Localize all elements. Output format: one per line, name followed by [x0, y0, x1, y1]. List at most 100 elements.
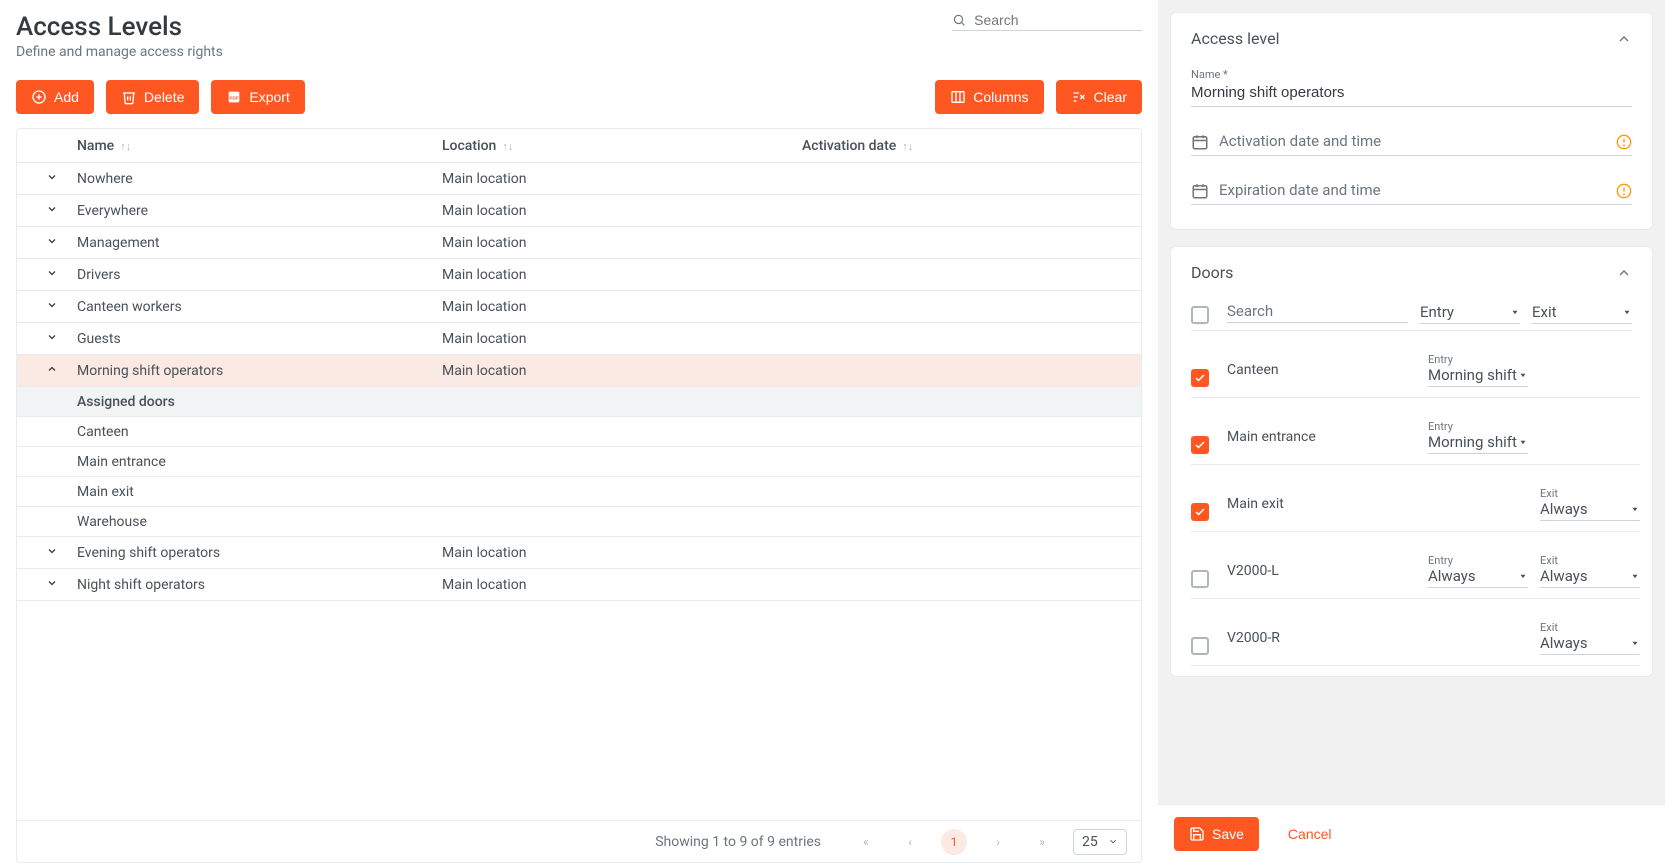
- columns-icon: [950, 89, 966, 105]
- table-row[interactable]: Night shift operatorsMain location: [17, 569, 1141, 601]
- pager-last[interactable]: »: [1029, 829, 1055, 855]
- door-name: Main exit: [1227, 496, 1416, 512]
- chevron-down-icon[interactable]: [45, 266, 59, 280]
- sort-icon: ↑↓: [120, 140, 131, 153]
- assigned-door-row[interactable]: Main entrance: [17, 447, 1141, 477]
- delete-button[interactable]: Delete: [106, 80, 199, 114]
- pdf-icon: PDF: [226, 89, 242, 105]
- col-location[interactable]: Location↑↓: [442, 138, 802, 154]
- entry-select[interactable]: EntryMorning shift: [1428, 353, 1528, 387]
- chevron-down-icon[interactable]: [45, 170, 59, 184]
- pagination-summary: Showing 1 to 9 of 9 entries: [655, 834, 821, 850]
- cell-location: Main location: [442, 577, 802, 593]
- action-bar: Save Cancel: [1158, 804, 1665, 863]
- chevron-down-icon[interactable]: [45, 330, 59, 344]
- pager-first[interactable]: «: [853, 829, 879, 855]
- table-row[interactable]: DriversMain location: [17, 259, 1141, 291]
- exit-select[interactable]: ExitAlways: [1540, 487, 1640, 521]
- entry-select[interactable]: EntryAlways: [1428, 554, 1528, 588]
- table-search[interactable]: [952, 12, 1142, 31]
- table-footer: Showing 1 to 9 of 9 entries « ‹ 1 › » 25: [17, 820, 1141, 862]
- svg-text:PDF: PDF: [230, 96, 239, 101]
- table-row[interactable]: Evening shift operatorsMain location: [17, 537, 1141, 569]
- door-row: V2000-LEntryAlwaysExitAlways: [1191, 532, 1640, 599]
- table-row[interactable]: NowhereMain location: [17, 163, 1141, 195]
- cell-name: Canteen workers: [77, 299, 442, 315]
- toolbar: Add Delete PDF Export Columns Clear: [16, 80, 1142, 114]
- trash-icon: [121, 89, 137, 105]
- name-input[interactable]: [1191, 81, 1632, 106]
- details-panel: Access level Name * Activation date and …: [1158, 0, 1665, 863]
- doors-header: Search Entry Exit: [1191, 302, 1632, 331]
- table-row[interactable]: Canteen workersMain location: [17, 291, 1141, 323]
- cell-name: Nowhere: [77, 171, 442, 187]
- chevron-down-icon[interactable]: [45, 234, 59, 248]
- columns-button[interactable]: Columns: [935, 80, 1043, 114]
- calendar-icon: [1191, 182, 1209, 200]
- table-row[interactable]: EverywhereMain location: [17, 195, 1141, 227]
- door-row: Main entranceEntryMorning shift: [1191, 398, 1640, 465]
- door-checkbox[interactable]: [1191, 369, 1209, 387]
- cell-location: Main location: [442, 299, 802, 315]
- table-row[interactable]: GuestsMain location: [17, 323, 1141, 355]
- calendar-icon: [1191, 133, 1209, 151]
- page-size-selector[interactable]: 25: [1073, 829, 1127, 855]
- chevron-down-icon[interactable]: [45, 544, 59, 558]
- chevron-down-icon[interactable]: [45, 576, 59, 590]
- access-level-card: Access level Name * Activation date and …: [1170, 12, 1653, 230]
- warning-icon: [1616, 134, 1632, 150]
- assigned-doors-header: Assigned doors: [17, 387, 1141, 417]
- pager-next[interactable]: ›: [985, 829, 1011, 855]
- door-row: Main exit ExitAlways: [1191, 465, 1640, 532]
- activation-date-field[interactable]: Activation date and time: [1191, 129, 1632, 156]
- table-row[interactable]: Morning shift operatorsMain location: [17, 355, 1141, 387]
- exit-select[interactable]: ExitAlways: [1540, 554, 1640, 588]
- chevron-up-icon[interactable]: [45, 362, 59, 376]
- search-icon: [952, 12, 966, 28]
- chevron-down-icon[interactable]: [45, 202, 59, 216]
- chevron-up-icon[interactable]: [1616, 265, 1632, 281]
- chevron-down-icon[interactable]: [45, 298, 59, 312]
- door-row: CanteenEntryMorning shift: [1191, 331, 1640, 398]
- cancel-button[interactable]: Cancel: [1273, 817, 1347, 851]
- pager-page-1[interactable]: 1: [941, 829, 967, 855]
- exit-select[interactable]: ExitAlways: [1540, 621, 1640, 655]
- col-activation[interactable]: Activation date↑↓: [802, 138, 1131, 154]
- doors-list: CanteenEntryMorning shiftMain entranceEn…: [1191, 331, 1646, 666]
- assigned-door-row[interactable]: Warehouse: [17, 507, 1141, 537]
- exit-header-select[interactable]: Exit: [1532, 303, 1632, 324]
- table-search-input[interactable]: [974, 12, 1142, 28]
- table-row[interactable]: ManagementMain location: [17, 227, 1141, 259]
- page-title: Access Levels: [16, 12, 223, 42]
- cell-location: Main location: [442, 363, 802, 379]
- cell-name: Night shift operators: [77, 577, 442, 593]
- chevron-up-icon[interactable]: [1616, 31, 1632, 47]
- door-checkbox[interactable]: [1191, 436, 1209, 454]
- door-name: V2000-R: [1227, 630, 1416, 646]
- export-button[interactable]: PDF Export: [211, 80, 304, 114]
- cell-name: Management: [77, 235, 442, 251]
- cell-name: Morning shift operators: [77, 363, 442, 379]
- dropdown-arrow-icon: [1510, 307, 1520, 317]
- clear-button[interactable]: Clear: [1056, 80, 1142, 114]
- expiration-date-field[interactable]: Expiration date and time: [1191, 178, 1632, 205]
- save-button[interactable]: Save: [1174, 817, 1259, 851]
- name-field[interactable]: Name *: [1191, 68, 1632, 107]
- assigned-door-row[interactable]: Canteen: [17, 417, 1141, 447]
- entry-header-select[interactable]: Entry: [1420, 303, 1520, 324]
- door-checkbox[interactable]: [1191, 570, 1209, 588]
- cell-name: Drivers: [77, 267, 442, 283]
- door-search-field[interactable]: Search: [1227, 302, 1408, 324]
- pager-prev[interactable]: ‹: [897, 829, 923, 855]
- checkbox-all[interactable]: [1191, 306, 1209, 324]
- door-checkbox[interactable]: [1191, 637, 1209, 655]
- door-checkbox[interactable]: [1191, 503, 1209, 521]
- cell-name: Everywhere: [77, 203, 442, 219]
- col-name[interactable]: Name↑↓: [77, 138, 442, 154]
- add-button[interactable]: Add: [16, 80, 94, 114]
- cell-location: Main location: [442, 235, 802, 251]
- entry-select[interactable]: EntryMorning shift: [1428, 420, 1528, 454]
- assigned-door-row[interactable]: Main exit: [17, 477, 1141, 507]
- door-row: V2000-R ExitAlways: [1191, 599, 1640, 666]
- save-icon: [1189, 826, 1205, 842]
